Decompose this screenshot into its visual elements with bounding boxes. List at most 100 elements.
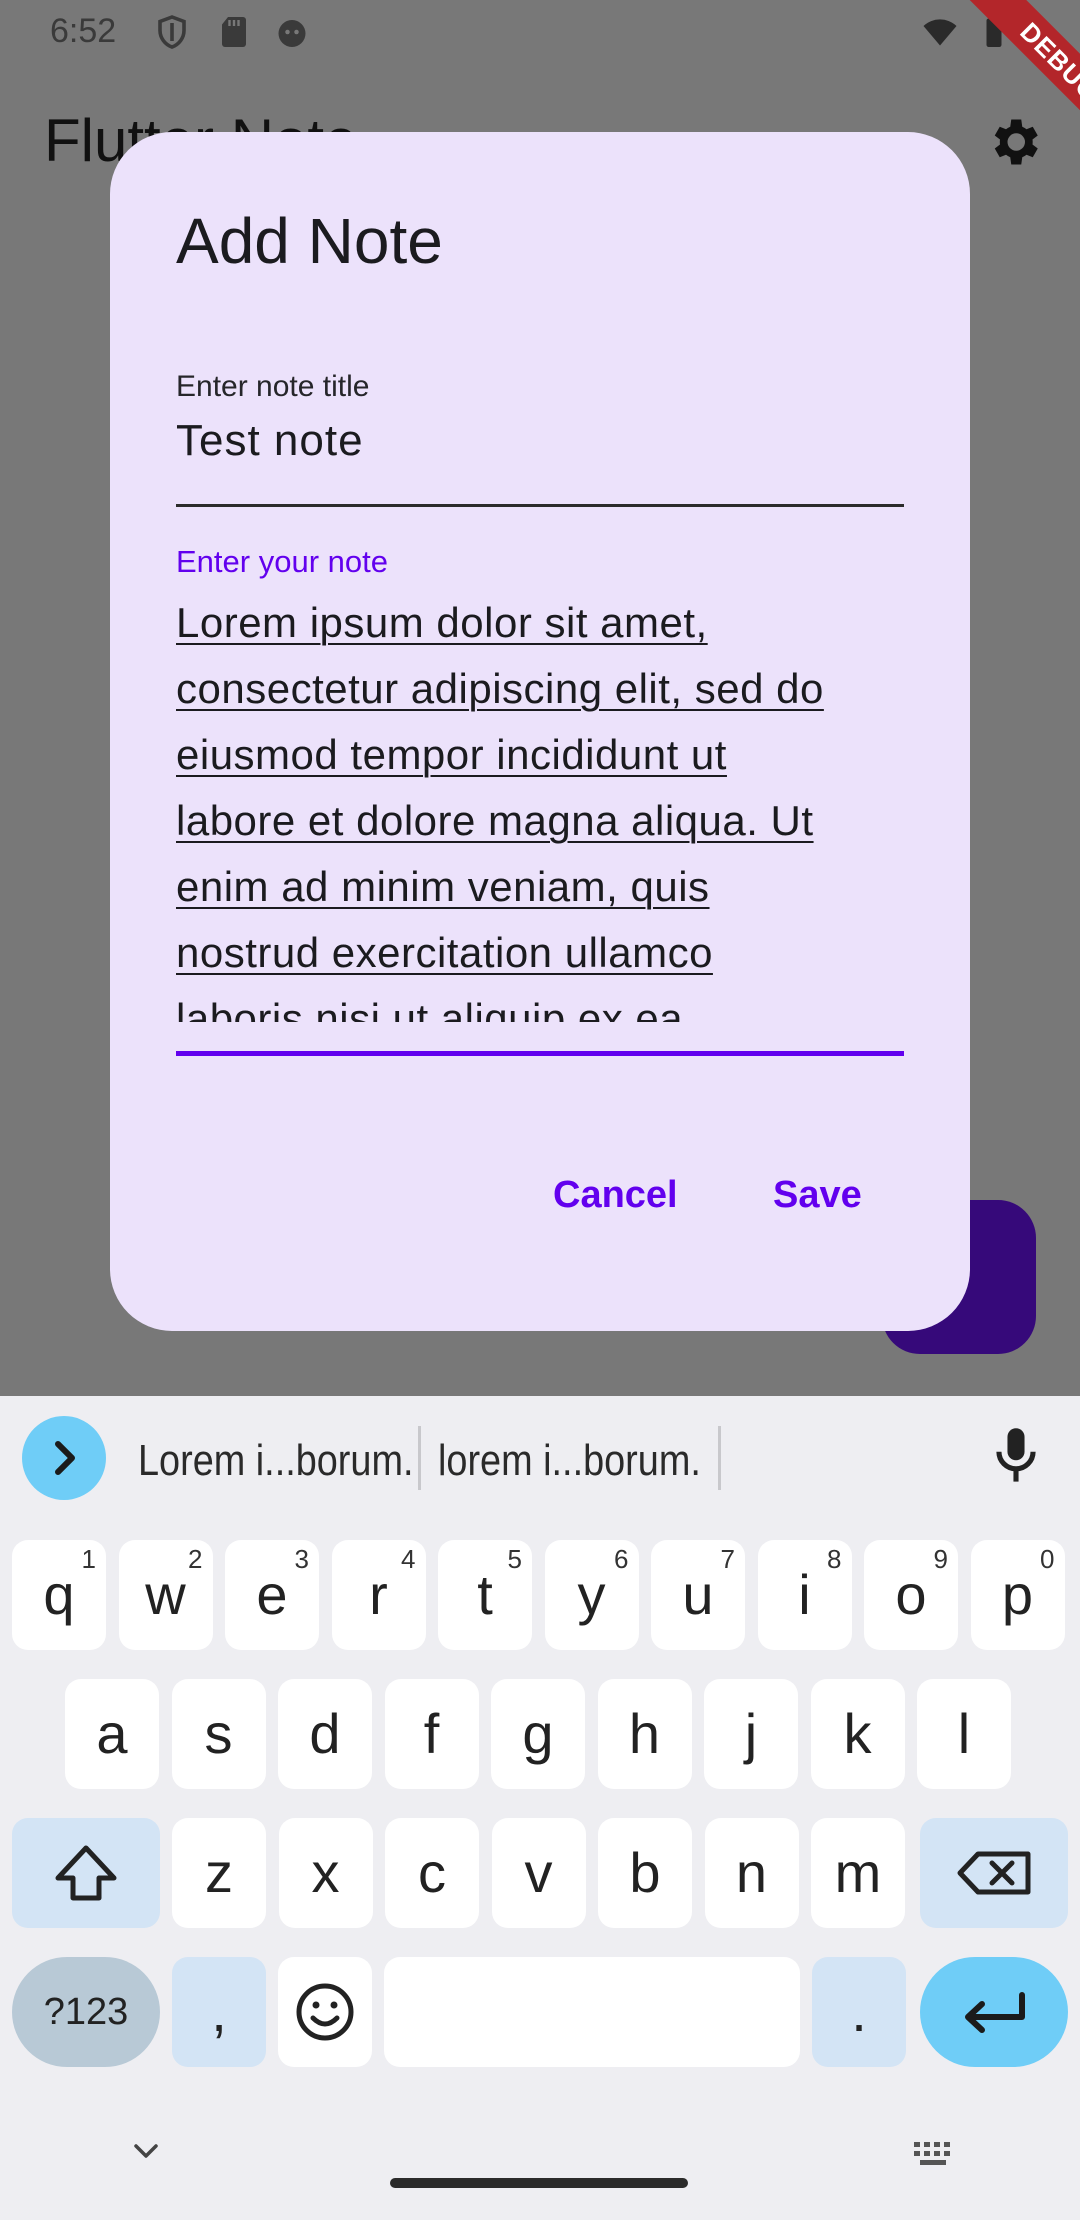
enter-icon [965,1992,1025,2033]
key-x[interactable]: x [278,1818,373,1928]
note-body-label: Enter your note [176,544,388,579]
key-y-hint: 6 [614,1544,629,1574]
suggestion-divider [418,1426,421,1490]
key-w-hint: 2 [188,1544,203,1574]
status-bar: 6:52 [0,0,1080,66]
key-t-hint: 5 [507,1544,522,1574]
suggestion-divider [718,1426,721,1490]
key-d-label: d [309,1702,341,1765]
key-r-label: r [369,1563,388,1626]
debug-banner-label: DEBUG [961,0,1080,160]
key-f-label: f [423,1702,440,1765]
sd-card-icon [222,17,246,47]
android-face-icon [278,20,306,47]
key-s[interactable]: s [171,1679,266,1789]
key-a-label: a [96,1702,128,1765]
key-n-label: n [735,1841,768,1904]
key-k-label: k [843,1702,872,1765]
key-m[interactable]: m [811,1818,905,1928]
key-h-label: h [628,1702,661,1765]
microphone-icon[interactable] [990,1424,1042,1488]
suggestion-1[interactable]: Lorem i...borum. [138,1436,413,1486]
symbols-key[interactable]: ?123 [12,1957,160,2067]
key-i-hint: 8 [827,1544,842,1574]
gesture-home-bar[interactable] [390,2178,688,2188]
shift-icon [55,1845,117,1901]
key-m-label: m [834,1841,882,1904]
key-t[interactable]: t5 [438,1540,532,1650]
key-o-label: o [895,1563,927,1626]
period-key[interactable]: . [812,1957,906,2067]
key-w-label: w [145,1563,186,1626]
emoji-icon [296,1983,354,2041]
key-p[interactable]: p0 [970,1540,1065,1650]
key-p-hint: 0 [1040,1544,1055,1574]
key-n[interactable]: n [704,1818,799,1928]
shield-icon [158,15,186,49]
key-c-label: c [418,1841,446,1904]
comma-key-label: , [211,1980,227,2043]
comma-key[interactable]: , [172,1957,266,2067]
soft-keyboard [0,1396,1080,2220]
key-u[interactable]: u7 [651,1540,745,1650]
suggestion-expand-button[interactable] [22,1416,106,1500]
key-y[interactable]: y6 [544,1540,639,1650]
key-r-hint: 4 [401,1544,416,1574]
space-key[interactable] [384,1957,800,2067]
key-l[interactable]: l [917,1679,1011,1789]
debug-banner: DEBUG [920,0,1080,160]
key-s-label: s [204,1702,233,1765]
note-title-underline [176,504,904,507]
key-i-label: i [798,1563,811,1626]
key-u-hint: 7 [720,1544,735,1574]
key-w[interactable]: w2 [118,1540,213,1650]
key-e-hint: 3 [294,1544,309,1574]
key-u-label: u [682,1563,714,1626]
key-h[interactable]: h [597,1679,692,1789]
key-r[interactable]: r4 [331,1540,426,1650]
key-q-hint: 1 [81,1544,96,1574]
key-j-label: j [744,1702,758,1765]
key-c[interactable]: c [385,1818,479,1928]
dialog-title: Add Note [176,205,443,277]
note-title-input[interactable]: Test note [176,416,364,466]
key-v-label: v [524,1841,553,1904]
enter-key[interactable] [920,1957,1068,2067]
key-k[interactable]: k [810,1679,905,1789]
key-a[interactable]: a [65,1679,159,1789]
symbols-key-label: ?123 [43,1991,129,2033]
key-v[interactable]: v [491,1818,586,1928]
save-button[interactable]: Save [773,1174,862,1217]
chevron-right-icon [55,1441,75,1475]
period-key-label: . [851,1980,867,2043]
backspace-icon [957,1851,1031,1895]
key-b[interactable]: b [598,1818,692,1928]
key-j[interactable]: j [704,1679,798,1789]
key-t-label: t [477,1563,493,1626]
backspace-key[interactable] [920,1818,1068,1928]
key-i[interactable]: i8 [757,1540,852,1650]
note-body-input[interactable]: Lorem ipsum dolor sit amet, consectetur … [176,590,904,1022]
key-q[interactable]: q1 [12,1540,106,1650]
key-f[interactable]: f [384,1679,479,1789]
key-o-hint: 9 [933,1544,948,1574]
key-d[interactable]: d [278,1679,372,1789]
key-g[interactable]: g [491,1679,585,1789]
suggestion-2[interactable]: lorem i...borum. [438,1436,701,1486]
cancel-button[interactable]: Cancel [553,1174,678,1217]
key-e[interactable]: e3 [225,1540,319,1650]
note-body-text: Lorem ipsum dolor sit amet, consectetur … [176,599,824,1022]
emoji-key[interactable] [278,1957,372,2067]
key-e-label: e [256,1563,288,1626]
key-z-label: z [205,1841,233,1904]
status-time: 6:52 [50,12,117,50]
chevron-down-icon[interactable] [128,2140,164,2164]
key-p-label: p [1001,1563,1034,1626]
key-b-label: b [629,1841,661,1904]
key-z[interactable]: z [172,1818,266,1928]
key-y-label: y [577,1563,606,1626]
key-o[interactable]: o9 [864,1540,958,1650]
keyboard-switch-icon[interactable] [912,2140,958,2170]
shift-key[interactable] [12,1818,160,1928]
note-body-underline [176,1051,904,1056]
